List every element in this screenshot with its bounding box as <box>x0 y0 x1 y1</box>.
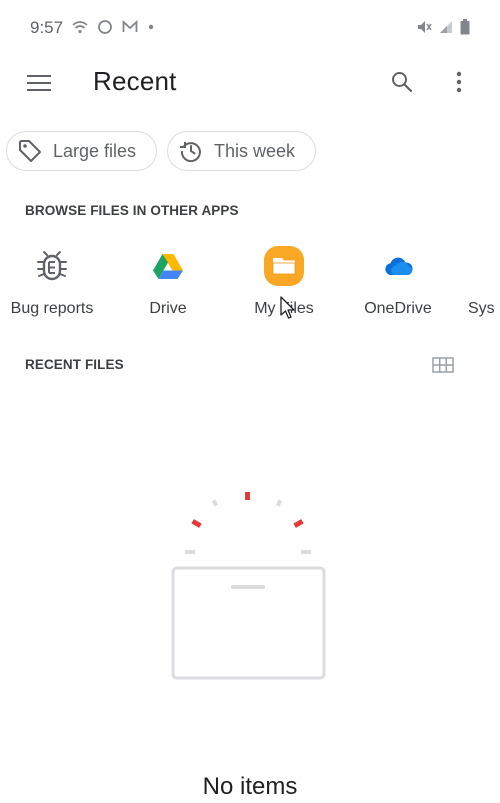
recent-files-header: RECENT FILES <box>25 357 124 372</box>
circle-icon <box>98 20 112 34</box>
signal-icon <box>440 21 452 33</box>
battery-icon <box>460 19 470 35</box>
this-week-chip[interactable]: This week <box>167 131 316 171</box>
onedrive-label: OneDrive <box>364 300 432 317</box>
this-week-label: This week <box>214 140 296 161</box>
search-icon <box>392 72 413 93</box>
sparkle-mark <box>275 499 283 507</box>
app-sys[interactable]: Sys <box>468 244 500 334</box>
status-icons-left <box>72 19 155 35</box>
app-bug-reports[interactable]: Bug reports <box>0 244 107 334</box>
large-files-label: Large files <box>53 140 137 161</box>
more-vert-icon <box>456 71 462 93</box>
cloud-icon <box>385 257 413 275</box>
sparkle-mark <box>245 492 250 500</box>
sparkle-mark <box>211 499 219 507</box>
mouse-cursor-icon <box>280 296 295 319</box>
empty-folder-illustration <box>171 492 326 680</box>
menu-icon <box>27 75 51 91</box>
app-drive[interactable]: Drive <box>113 244 223 334</box>
page-title: Recent <box>93 66 177 96</box>
sys-label: Sys <box>468 300 495 317</box>
bug-icon <box>37 251 67 281</box>
more-options-button[interactable] <box>444 64 474 100</box>
grid-view-icon <box>432 357 454 373</box>
sparkle-mark <box>301 550 311 554</box>
drive-label: Drive <box>149 300 187 317</box>
dot-icon <box>148 24 154 30</box>
history-icon <box>180 142 201 163</box>
grid-view-button[interactable] <box>430 352 456 378</box>
bug-reports-label: Bug reports <box>10 300 94 317</box>
app-onedrive[interactable]: OneDrive <box>343 244 453 334</box>
tag-icon <box>19 140 41 162</box>
wifi-icon <box>72 21 88 34</box>
app-my-files[interactable]: My Files <box>229 244 339 334</box>
status-time: 9:57 <box>30 18 64 37</box>
browse-apps-header: BROWSE FILES IN OTHER APPS <box>25 203 239 218</box>
empty-state-text: No items <box>202 773 298 800</box>
mute-icon <box>418 21 432 33</box>
sparkle-mark <box>185 550 195 554</box>
sparkle-mark <box>293 519 304 528</box>
sparkle-mark <box>191 519 202 528</box>
menu-button[interactable] <box>24 68 54 98</box>
folder-icon <box>264 246 304 286</box>
status-icons-right <box>416 19 470 35</box>
drive-icon <box>153 254 183 279</box>
large-files-chip[interactable]: Large files <box>6 131 157 171</box>
mail-icon <box>122 20 138 32</box>
search-button[interactable] <box>384 64 420 100</box>
